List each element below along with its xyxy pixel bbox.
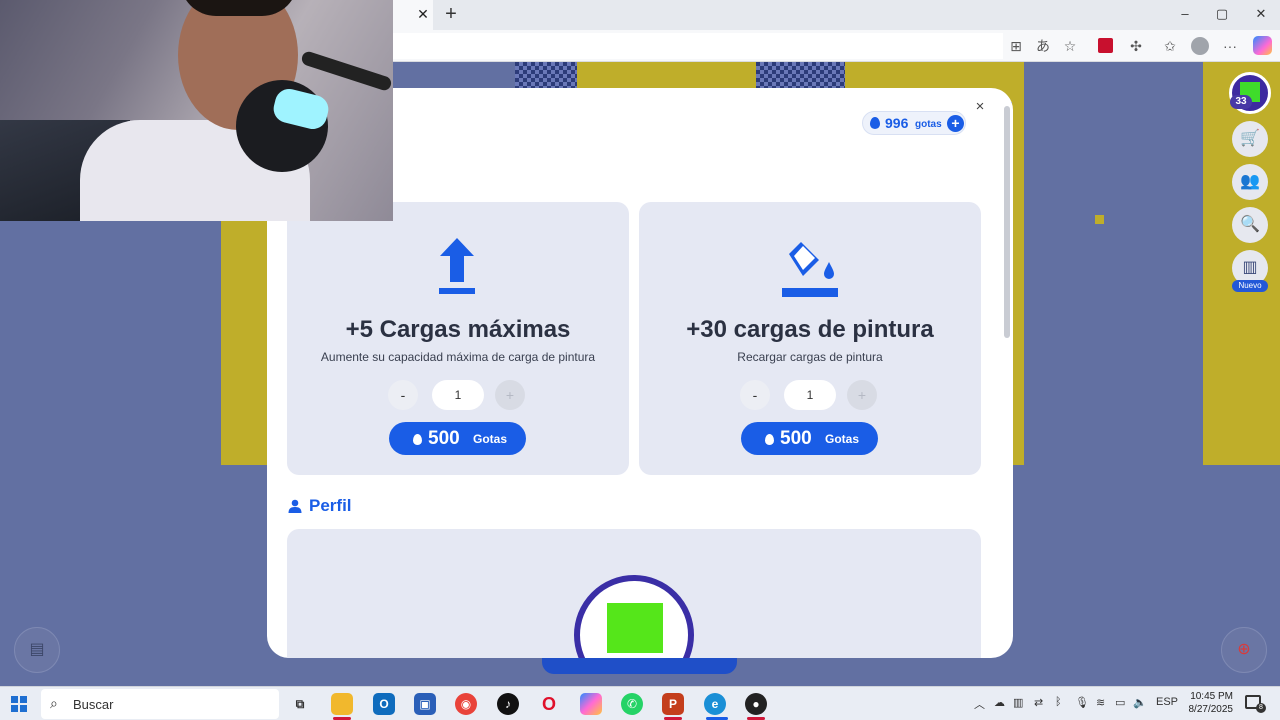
copilot-app-icon[interactable] (580, 693, 602, 715)
tab-close-button[interactable]: ✕ (415, 5, 431, 23)
buy-button[interactable]: 500 Gotas (389, 422, 526, 455)
tiktok-icon[interactable]: ♪ (497, 693, 519, 715)
opera-icon[interactable]: O (538, 693, 560, 715)
search-icon[interactable]: 🔍 (1232, 207, 1268, 243)
store-item-max-charges: +5 Cargas máximas Aumente su capacidad m… (287, 202, 629, 475)
maximize-button[interactable]: ▢ (1207, 4, 1237, 24)
copilot-icon[interactable] (1253, 36, 1272, 55)
canvas-checker-region (515, 62, 577, 88)
people-icon[interactable]: 👥 (1232, 164, 1268, 200)
decrease-quantity-button[interactable]: - (740, 380, 770, 410)
add-droplets-button[interactable]: + (947, 115, 964, 132)
close-window-button[interactable]: ✕ (1246, 4, 1276, 24)
language-indicator[interactable]: ESP (1156, 696, 1178, 708)
taskbar-search[interactable]: ⌕ Buscar (41, 689, 279, 719)
avatar-pixel-face (607, 603, 663, 653)
item-description: Recargar cargas de pintura (737, 350, 883, 364)
new-badge: Nuevo (1232, 280, 1268, 292)
droplet-icon (765, 434, 774, 445)
quantity-input[interactable]: 1 (784, 380, 836, 410)
buy-button[interactable]: 500 Gotas (741, 422, 878, 455)
canvas-blue-region (393, 62, 515, 88)
taskbar-search-placeholder: Buscar (73, 697, 114, 712)
windows-start-icon[interactable] (11, 696, 27, 712)
price-unit: Gotas (473, 432, 508, 446)
extension-icon[interactable] (1098, 38, 1113, 53)
increase-quantity-button[interactable]: + (495, 380, 525, 410)
whatsapp-icon[interactable]: ✆ (621, 693, 643, 715)
powerpoint-icon[interactable]: P (662, 693, 684, 715)
weather-icon[interactable]: ☁ (994, 696, 1005, 709)
outlook-icon[interactable]: O (373, 693, 395, 715)
canvas-pixel (1095, 215, 1104, 224)
price-unit: Gotas (825, 432, 860, 446)
more-icon[interactable]: ··· (1220, 36, 1240, 56)
favorites-icon[interactable]: ✩ (1160, 36, 1180, 56)
file-explorer-icon[interactable] (331, 693, 353, 715)
microphone-icon[interactable]: 🎙 (1075, 696, 1089, 709)
canvas-yellow-region (221, 221, 271, 465)
level-badge: 33 (1230, 95, 1252, 109)
address-bar[interactable] (393, 33, 1003, 59)
profile-section-label: Perfil (309, 496, 352, 515)
notification-count: 8 (1256, 703, 1266, 713)
locate-button[interactable]: ⊕ (1221, 627, 1267, 673)
battery-icon[interactable]: ▭ (1115, 696, 1125, 709)
store-item-paint-charges: +30 cargas de pintura Recargar cargas de… (639, 202, 981, 475)
obs-icon[interactable]: ● (745, 693, 767, 715)
price-amount: 500 (780, 428, 812, 449)
user-icon (288, 499, 302, 513)
search-icon: ⌕ (50, 695, 58, 711)
edge-icon[interactable]: e (704, 693, 726, 715)
droplet-icon (413, 434, 422, 445)
new-tab-button[interactable]: + (441, 2, 461, 26)
paint-palette-button[interactable]: ▤ (14, 627, 60, 673)
balance-amount: 996 (885, 115, 909, 131)
clock-date: 8/27/2025 (1188, 704, 1234, 715)
bluetooth-icon[interactable]: ᛒ (1055, 696, 1062, 708)
item-description: Aumente su capacidad máxima de carga de … (320, 350, 596, 364)
paint-bucket-icon (782, 234, 838, 297)
show-hidden-icons[interactable]: ︿ (974, 696, 985, 712)
volume-icon[interactable]: 🔈 (1133, 696, 1147, 709)
droplet-balance: 996 gotas + (862, 111, 966, 135)
canvas-checker-region (756, 62, 845, 88)
profile-card (287, 529, 981, 658)
price-amount: 500 (428, 428, 460, 449)
store-icon[interactable]: ▣ (414, 693, 436, 715)
clock-time: 10:45 PM (1190, 691, 1233, 702)
modal-scrollbar[interactable] (1004, 106, 1010, 338)
quantity-input[interactable]: 1 (432, 380, 484, 410)
item-title: +30 cargas de pintura (686, 316, 934, 343)
translate-icon[interactable]: あ (1033, 36, 1053, 56)
puzzle-icon[interactable]: ✣ (1126, 36, 1146, 56)
windows-taskbar: ⌕ Buscar ⧉ O ▣ ◉ ♪ O ✆ P e ● ︿ ☁ ▥ ⇄ ᛒ 🎙… (0, 686, 1280, 720)
profile-avatar[interactable] (574, 575, 694, 658)
webcam-overlay (0, 0, 393, 221)
decrease-quantity-button[interactable]: - (388, 380, 418, 410)
item-title: +5 Cargas máximas (345, 316, 571, 343)
app-icon[interactable]: ⊞ (1006, 36, 1026, 56)
increase-quantity-button[interactable]: + (847, 380, 877, 410)
cart-icon[interactable]: 🛒 (1232, 121, 1268, 157)
star-icon[interactable]: ☆ (1060, 36, 1080, 56)
tray-app-icon[interactable]: ▥ (1013, 696, 1023, 709)
network-transfer-icon[interactable]: ⇄ (1034, 696, 1043, 709)
close-modal-button[interactable]: × (972, 98, 988, 116)
taskbar-clock[interactable]: 10:45 PM 8/27/2025 (1183, 690, 1234, 716)
minimize-button[interactable]: – (1170, 4, 1200, 24)
task-view-icon[interactable]: ⧉ (289, 693, 311, 715)
upload-arrow-icon (439, 238, 475, 294)
balance-unit: gotas (915, 119, 942, 130)
wifi-icon[interactable]: ≋ (1096, 696, 1105, 709)
droplet-icon (870, 117, 880, 129)
chrome-icon[interactable]: ◉ (455, 693, 477, 715)
profile-icon[interactable] (1191, 37, 1209, 55)
canvas-yellow-region (1012, 62, 1024, 465)
